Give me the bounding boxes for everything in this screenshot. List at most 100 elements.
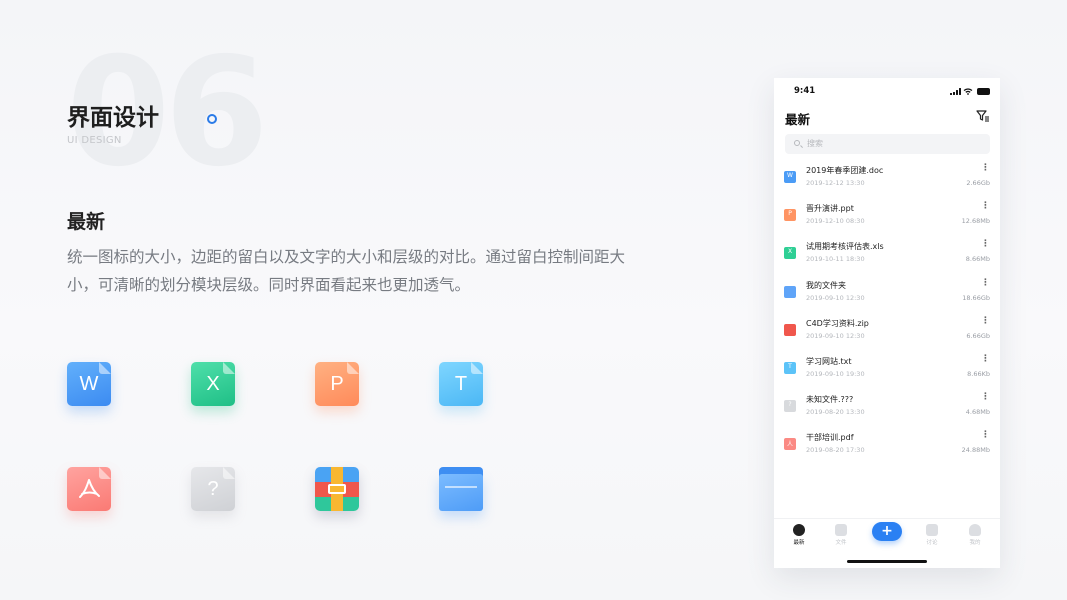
add-button[interactable]: + [872,522,902,541]
clock-icon [793,524,805,536]
tab-files[interactable]: 文件 [826,524,856,546]
folder-file-icon [784,285,796,298]
file-name: 学习网站.txt [806,356,852,366]
file-row[interactable]: 我的文件夹 2019-09-10 12:30 18.66Gb ⋮ [774,275,1000,313]
status-time: 9:41 [794,86,816,96]
slide: 06 界面设计 UI DESIGN 最新 统一图标的大小，边距的留白以及文字的大… [0,0,1067,600]
file-size: 12.68Mb [961,217,990,226]
file-row[interactable]: P 晋升演讲.ppt 2019-12-10 08:30 12.68Mb ⋮ [774,198,1000,236]
excel-file-icon: X [191,362,235,406]
file-name: 2019年春季团建.doc [806,166,884,175]
file-size: 2.66Gb [966,179,990,187]
file-date: 2019-09-10 19:30 [806,369,865,378]
unknown-file-icon: ? [784,400,796,413]
ppt-glyph: P [330,373,344,395]
tab-discuss[interactable]: 讨论 [917,524,947,546]
tab-latest[interactable]: 最新 [784,524,814,546]
filter-icon[interactable] [976,110,990,122]
file-size: 18.66Gb [962,293,990,302]
file-glyph: 人 [786,441,793,449]
page-subtitle: UI DESIGN [67,135,122,146]
zip-file-icon [784,323,796,336]
file-date: 2019-12-12 13:30 [806,179,865,187]
home-indicator [847,560,927,563]
file-date: 2019-10-11 18:30 [806,255,865,264]
file-row[interactable]: C4D学习资料.zip 2019-09-10 12:30 6.66Gb ⋮ [774,313,1000,351]
txt-file-icon: T [439,362,483,406]
file-row[interactable]: T 学习网站.txt 2019-09-10 19:30 8.66Kb ⋮ [774,351,1000,389]
txt-file-icon: T [784,361,796,374]
page-title: 界面设计 [67,105,159,131]
file-size: 8.66Mb [965,255,990,264]
tab-mine[interactable]: 我的 [960,524,990,546]
file-size: 4.68Mb [965,408,990,417]
excel-glyph: X [206,373,220,395]
wifi-icon [963,88,973,95]
search-icon [794,140,800,146]
ppt-file-icon: P [315,362,359,406]
ppt-file-icon: P [784,209,796,222]
user-icon [969,524,981,536]
word-file-icon: W [67,362,111,406]
folder-tab-icon [835,524,847,536]
phone-screen: 9:41 最新 搜索 W 2019年春季团建.doc 2019-12-12 13… [774,78,1000,568]
file-name: 晋升演讲.ppt [806,204,854,214]
zip-file-icon [315,467,359,511]
file-glyph: ? [788,401,792,409]
more-icon[interactable]: ⋮ [981,316,990,326]
battery-icon [977,88,990,95]
file-date: 2019-12-10 08:30 [806,217,865,226]
file-glyph: P [788,210,792,218]
file-row[interactable]: X 试用期考核评估表.xls 2019-10-11 18:30 8.66Mb ⋮ [774,236,1000,274]
search-placeholder: 搜索 [807,139,823,148]
word-file-icon: W [784,171,796,183]
txt-glyph: T [454,373,468,395]
file-name: 未知文件.??? [806,395,854,405]
file-name: 干部培训.pdf [806,433,854,443]
file-size: 8.66Kb [967,369,990,378]
more-icon[interactable]: ⋮ [981,202,990,211]
more-icon[interactable]: ⋮ [981,240,990,249]
section-title: 最新 [67,211,106,233]
file-row[interactable]: 人 干部培训.pdf 2019-08-20 17:30 24.88Mb ⋮ [774,427,1000,465]
more-icon[interactable]: ⋮ [981,354,990,364]
file-date: 2019-09-10 12:30 [806,293,865,302]
tab-label: 我的 [969,540,981,546]
file-size: 24.88Mb [961,446,990,455]
unknown-file-icon: ? [191,467,235,511]
screen-title: 最新 [785,112,811,127]
file-glyph: T [788,362,792,370]
file-date: 2019-08-20 17:30 [806,446,865,455]
chat-icon [926,524,938,536]
file-glyph: X [787,248,793,256]
file-date: 2019-09-10 12:30 [806,331,865,340]
file-size: 6.66Gb [966,331,990,340]
file-name: 试用期考核评估表.xls [806,242,884,252]
file-list: W 2019年春季团建.doc 2019-12-12 13:30 2.66Gb ⋮ P 晋升… [774,160,1000,466]
folder-icon [439,467,483,511]
file-name: C4D学习资料.zip [806,318,869,328]
more-icon[interactable]: ⋮ [981,431,990,440]
more-icon[interactable]: ⋮ [981,393,990,402]
tab-label: 最新 [793,540,805,546]
section-description: 统一图标的大小，边距的留白以及文字的大小和层级的对比。通过留白控制间距大小，可清… [67,248,626,294]
title-dot-icon [207,114,217,124]
file-name: 我的文件夹 [806,280,846,290]
file-row[interactable]: ? 未知文件.??? 2019-08-20 13:30 4.68Mb ⋮ [774,389,1000,427]
file-glyph: W [787,172,793,179]
file-row[interactable]: W 2019年春季团建.doc 2019-12-12 13:30 2.66Gb ⋮ [774,160,1000,198]
more-icon[interactable]: ⋮ [981,278,990,288]
pdf-file-icon: 人 [784,438,796,451]
word-glyph: W [79,373,99,395]
tab-label: 文件 [835,540,847,546]
more-icon[interactable]: ⋮ [981,164,990,173]
search-input[interactable]: 搜索 [785,134,990,154]
unknown-glyph: ? [207,478,219,500]
pdf-symbol [79,479,100,498]
excel-file-icon: X [784,247,796,260]
tab-label: 讨论 [926,540,938,546]
pdf-file-icon [67,467,111,511]
signal-icon [950,88,961,95]
file-date: 2019-08-20 13:30 [806,408,865,417]
status-bar: 9:41 [774,78,1000,106]
